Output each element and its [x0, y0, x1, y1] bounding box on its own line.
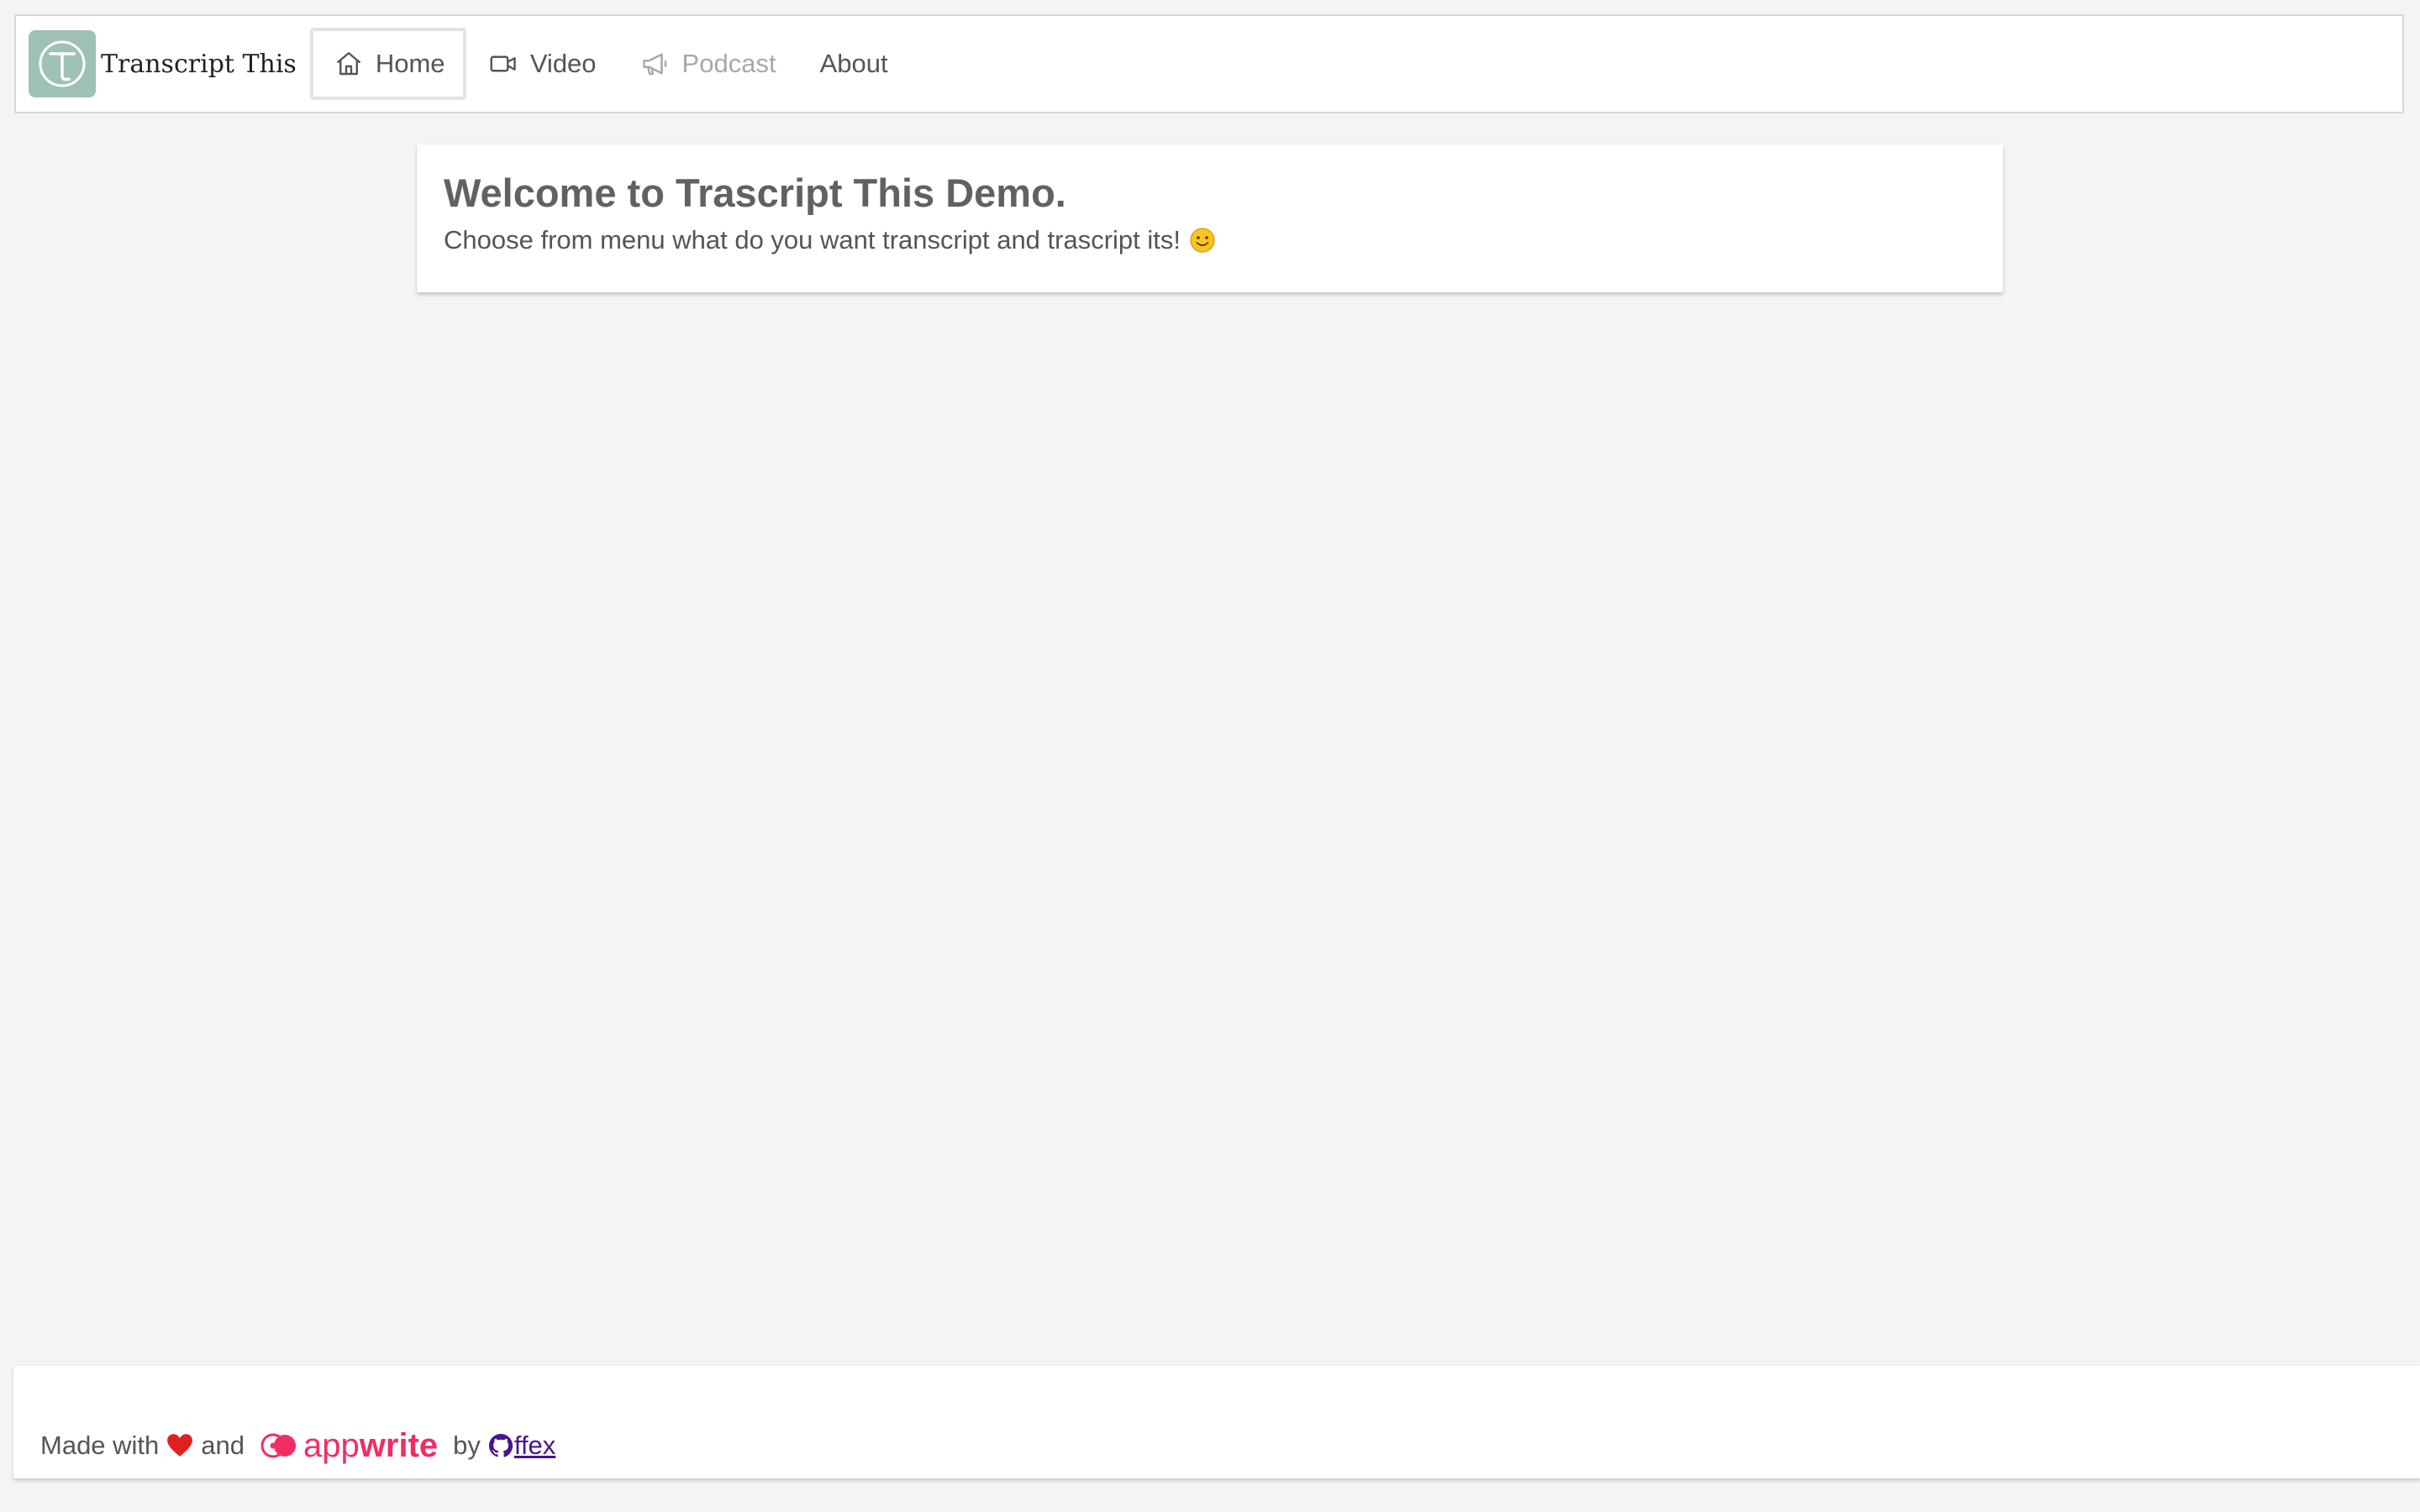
author-name: ffex: [513, 1431, 556, 1460]
footer: Made with and appwrite by ffex: [13, 1366, 2420, 1478]
nav-item-video[interactable]: Video: [466, 28, 618, 100]
nav-item-home-label: Home: [375, 49, 445, 78]
video-camera-icon: [488, 49, 518, 79]
author-link[interactable]: ffex: [487, 1431, 555, 1461]
appwrite-wordmark-bold: write: [359, 1426, 439, 1464]
smiley-icon: [1189, 227, 1216, 254]
footer-made-with: Made with: [40, 1431, 160, 1460]
top-navigation-bar: Transcript This Home Video Podcast About: [14, 14, 2404, 113]
welcome-message: Choose from menu what do you want transc…: [444, 225, 1181, 255]
transcript-this-logo-icon: [29, 30, 96, 97]
nav-item-video-label: Video: [529, 49, 597, 78]
footer-and: and: [201, 1431, 245, 1460]
welcome-message-row: Choose from menu what do you want transc…: [444, 225, 1976, 255]
appwrite-wordmark-light: app: [303, 1426, 360, 1464]
nav-item-podcast-label: Podcast: [681, 49, 776, 78]
github-icon: [487, 1432, 514, 1459]
brand-name: Transcript This: [101, 49, 297, 79]
appwrite-icon: [260, 1431, 298, 1460]
nav-item-podcast[interactable]: Podcast: [618, 28, 798, 100]
appwrite-logo[interactable]: appwrite: [260, 1427, 438, 1465]
home-icon: [334, 49, 364, 79]
welcome-card: Welcome to Trascript This Demo. Choose f…: [417, 144, 2003, 292]
brand[interactable]: Transcript This: [29, 16, 297, 112]
nav-item-about[interactable]: About: [798, 28, 910, 100]
welcome-title: Welcome to Trascript This Demo.: [444, 171, 1066, 215]
footer-by: by: [453, 1431, 481, 1460]
appwrite-wordmark: appwrite: [303, 1427, 438, 1465]
nav-item-about-label: About: [819, 49, 888, 78]
nav-item-home[interactable]: Home: [309, 28, 466, 100]
heart-icon: [166, 1431, 194, 1460]
megaphone-icon: [640, 49, 671, 79]
main-nav: Home Video Podcast About: [309, 16, 910, 112]
